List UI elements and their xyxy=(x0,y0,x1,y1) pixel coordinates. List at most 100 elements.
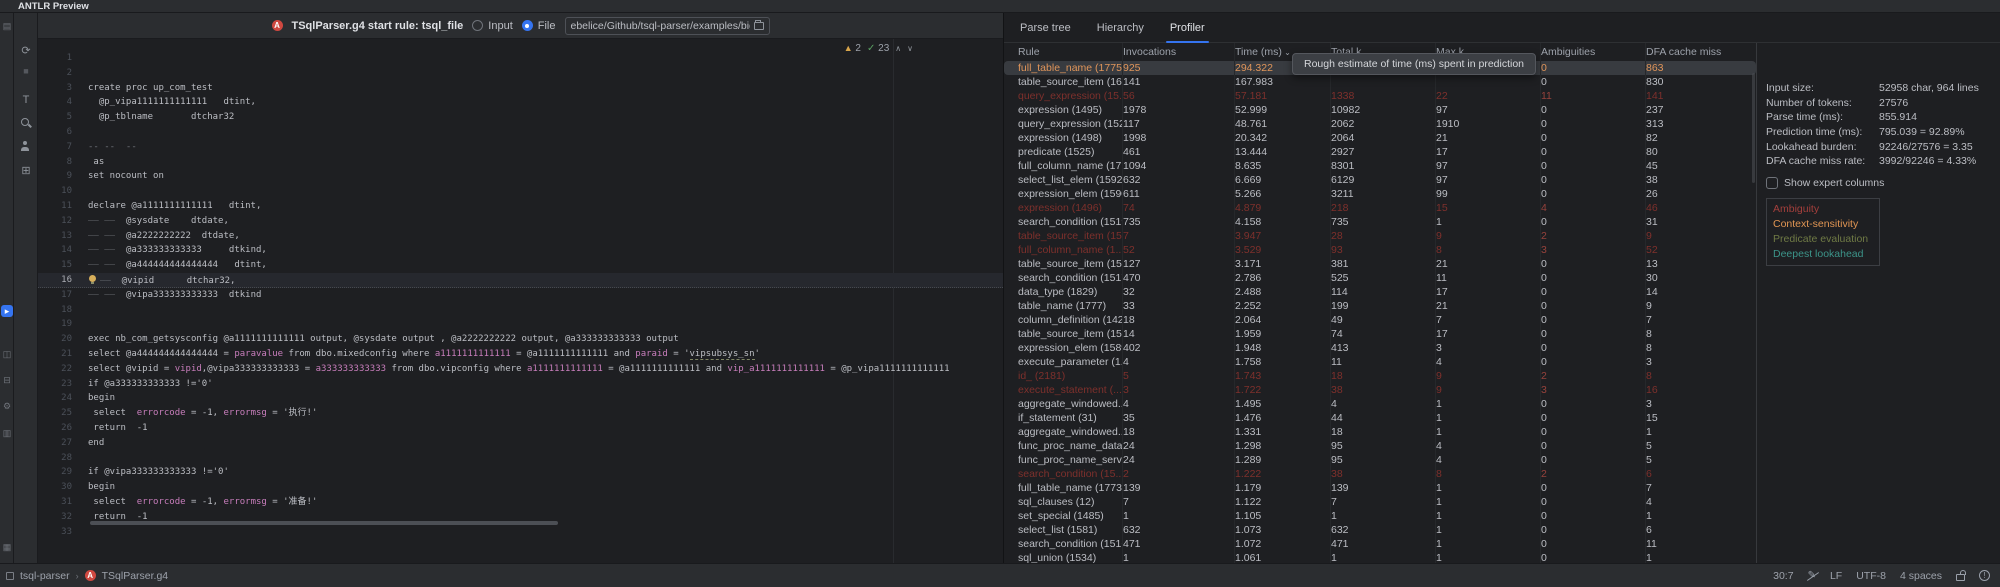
code-line[interactable]: 6 xyxy=(38,125,1003,140)
table-row[interactable]: func_proc_name_data...241.29895405 xyxy=(1004,439,1756,453)
browse-folder-icon[interactable] xyxy=(754,22,764,30)
table-row[interactable]: aggregate_windowed...41.4954103 xyxy=(1004,397,1756,411)
code-line[interactable]: 21select @a444444444444444 = paravalue f… xyxy=(38,347,1003,362)
column-header[interactable]: Ambiguities xyxy=(1541,43,1646,61)
table-row[interactable]: execute_statement (...31.722389316 xyxy=(1004,383,1756,397)
table-row[interactable]: expression (1496)744.87921815446 xyxy=(1004,201,1756,215)
code-line[interactable]: 31 select errorcode = -1, errormsg = '准备… xyxy=(38,495,1003,510)
code-line[interactable]: 26 return -1 xyxy=(38,421,1003,436)
table-row[interactable]: search_condition (15...21.22238826 xyxy=(1004,467,1756,481)
prev-problem-icon[interactable]: ∧ xyxy=(895,44,901,53)
indent-setting[interactable]: 4 spaces xyxy=(1900,570,1942,582)
project-icon[interactable]: ▤ xyxy=(1,20,13,32)
table-scrollbar[interactable] xyxy=(1752,73,1755,183)
table-row[interactable]: id_ (2181)51.74318928 xyxy=(1004,369,1756,383)
code-editor[interactable]: 123create proc up_com_test4 @p_vipa11111… xyxy=(38,39,1003,563)
code-line[interactable]: 33 xyxy=(38,525,1003,540)
code-line[interactable]: 25 select errorcode = -1, errormsg = '执行… xyxy=(38,406,1003,421)
table-row[interactable]: expression_elem (1590)6115.266321199026 xyxy=(1004,187,1756,201)
table-row[interactable]: query_expression (15...5657.181133822111… xyxy=(1004,89,1756,103)
code-line[interactable]: 5 @p_tblname dtchar32 xyxy=(38,110,1003,125)
terminal-icon[interactable]: ▦ xyxy=(1,541,13,553)
table-row[interactable]: full_table_name (1773)1391.179139107 xyxy=(1004,481,1756,495)
code-line[interactable]: 30begin xyxy=(38,480,1003,495)
inspections-widget[interactable]: ▲ 2 ✓ 23 ∧ ∨ xyxy=(844,43,913,54)
antlr-preview-icon[interactable]: ▸ xyxy=(1,305,13,317)
caret-position[interactable]: 30:7 xyxy=(1773,570,1793,582)
table-row[interactable]: select_list_elem (1592)6326.669612997038 xyxy=(1004,173,1756,187)
code-line[interactable]: 22select @vipid = vipid,@vipa33333333333… xyxy=(38,362,1003,377)
intention-bulb-icon[interactable] xyxy=(88,273,100,283)
tab-hierarchy[interactable]: Hierarchy xyxy=(1097,13,1144,43)
input-radio[interactable]: Input xyxy=(472,20,512,32)
code-line[interactable]: 27end xyxy=(38,436,1003,451)
checkbox-icon[interactable] xyxy=(1766,177,1778,189)
column-header[interactable]: Invocations xyxy=(1123,43,1235,61)
table-row[interactable]: execute_parameter (1...41.75811403 xyxy=(1004,355,1756,369)
table-row[interactable]: column_definition (1421)182.06449707 xyxy=(1004,313,1756,327)
tab-parse-tree[interactable]: Parse tree xyxy=(1020,13,1071,43)
column-header[interactable]: DFA cache miss xyxy=(1646,43,1755,61)
table-row[interactable]: func_proc_name_serv...241.28995405 xyxy=(1004,453,1756,467)
column-header[interactable]: Rule xyxy=(1018,43,1123,61)
refresh-icon[interactable]: ⟳ xyxy=(19,44,33,58)
file-radio[interactable]: File xyxy=(522,20,556,32)
breadcrumb[interactable]: tsql-parser › A TSqlParser.g4 xyxy=(6,570,1773,582)
code-line[interactable]: 8 as xyxy=(38,155,1003,170)
table-row[interactable]: table_source_item (16...141167.9830830 xyxy=(1004,75,1756,89)
table-row[interactable]: search_condition (1519)7354.1587351031 xyxy=(1004,215,1756,229)
table-row[interactable]: expression (1498)199820.342206421082 xyxy=(1004,131,1756,145)
code-line[interactable]: 7-- -- -- xyxy=(38,140,1003,155)
structure-icon[interactable]: ⊟ xyxy=(1,374,13,386)
code-line[interactable]: 17—— —— @vipa333333333333 dtkind xyxy=(38,288,1003,303)
file-radio-circle[interactable] xyxy=(522,20,533,31)
table-row[interactable]: expression (1495)197852.99910982970237 xyxy=(1004,103,1756,117)
table-row[interactable]: predicate (1525)46113.444292717080 xyxy=(1004,145,1756,159)
table-row[interactable]: table_name (1777)332.2521992109 xyxy=(1004,299,1756,313)
code-line[interactable]: 18 xyxy=(38,303,1003,318)
code-line[interactable]: 28 xyxy=(38,451,1003,466)
code-line[interactable]: 14—— —— @a333333333333 dtkind, xyxy=(38,243,1003,258)
code-line[interactable]: 3create proc up_com_test xyxy=(38,81,1003,96)
table-row[interactable]: query_expression (1527)11748.76120621910… xyxy=(1004,117,1756,131)
table-row[interactable]: if_statement (31)351.476441015 xyxy=(1004,411,1756,425)
table-row[interactable]: sql_union (1534)11.0611101 xyxy=(1004,551,1756,563)
code-line[interactable]: 9set nocount on xyxy=(38,169,1003,184)
services-icon[interactable]: ⚙ xyxy=(1,400,13,412)
table-row[interactable]: expression_elem (1589)4021.948413308 xyxy=(1004,341,1756,355)
code-line[interactable]: 20exec nb_com_getsysconfig @a11111111111… xyxy=(38,332,1003,347)
breadcrumb-file[interactable]: TSqlParser.g4 xyxy=(102,570,169,582)
notifications-icon[interactable]: ! xyxy=(1979,570,1990,581)
tab-profiler[interactable]: Profiler xyxy=(1170,13,1205,43)
code-line[interactable]: 12—— —— @sysdate dtdate, xyxy=(38,214,1003,229)
table-row[interactable]: search_condition (1517)4702.78652511030 xyxy=(1004,271,1756,285)
stop-icon[interactable]: ■ xyxy=(19,64,33,78)
hierarchy-icon[interactable]: ⊞ xyxy=(19,164,33,178)
commit-icon[interactable]: ◫ xyxy=(1,348,13,360)
code-line[interactable]: 16—— @vipid dtchar32, xyxy=(38,273,1003,288)
code-line[interactable]: 10 xyxy=(38,184,1003,199)
line-ending[interactable]: LF xyxy=(1830,570,1842,582)
table-row[interactable]: select_list (1581)6321.073632106 xyxy=(1004,523,1756,537)
code-line[interactable]: 15—— —— @a444444444444444 dtint, xyxy=(38,258,1003,273)
table-row[interactable]: aggregate_windowed...181.33118101 xyxy=(1004,425,1756,439)
code-line[interactable]: 13—— —— @a2222222222 dtdate, xyxy=(38,229,1003,244)
table-row[interactable]: table_source_item (15...1273.17138121013 xyxy=(1004,257,1756,271)
code-line[interactable]: 23if @a333333333333 !='0' xyxy=(38,377,1003,392)
code-line[interactable]: 4 @p_vipa1111111111111 dtint, xyxy=(38,95,1003,110)
problems-icon[interactable]: ▥ xyxy=(1,427,13,439)
table-row[interactable]: table_source_item (15...141.959741708 xyxy=(1004,327,1756,341)
table-row[interactable]: sql_clauses (12)71.1227104 xyxy=(1004,495,1756,509)
table-row[interactable]: search_condition (1516)4711.0724711011 xyxy=(1004,537,1756,551)
input-radio-circle[interactable] xyxy=(472,20,483,31)
jump-to-source-icon[interactable]: T xyxy=(19,93,33,107)
code-line[interactable]: 24begin xyxy=(38,391,1003,406)
table-row[interactable]: full_column_name (17...10948.63583019704… xyxy=(1004,159,1756,173)
table-row[interactable]: data_type (1829)322.48811417014 xyxy=(1004,285,1756,299)
unlock-icon[interactable] xyxy=(1956,574,1965,581)
expert-columns-checkbox[interactable]: Show expert columns xyxy=(1766,175,2000,191)
breadcrumb-project[interactable]: tsql-parser xyxy=(20,570,70,582)
table-row[interactable]: set_special (1485)11.1051101 xyxy=(1004,509,1756,523)
code-line[interactable]: 11declare @a1111111111111 dtint, xyxy=(38,199,1003,214)
code-line[interactable]: 2 xyxy=(38,66,1003,81)
